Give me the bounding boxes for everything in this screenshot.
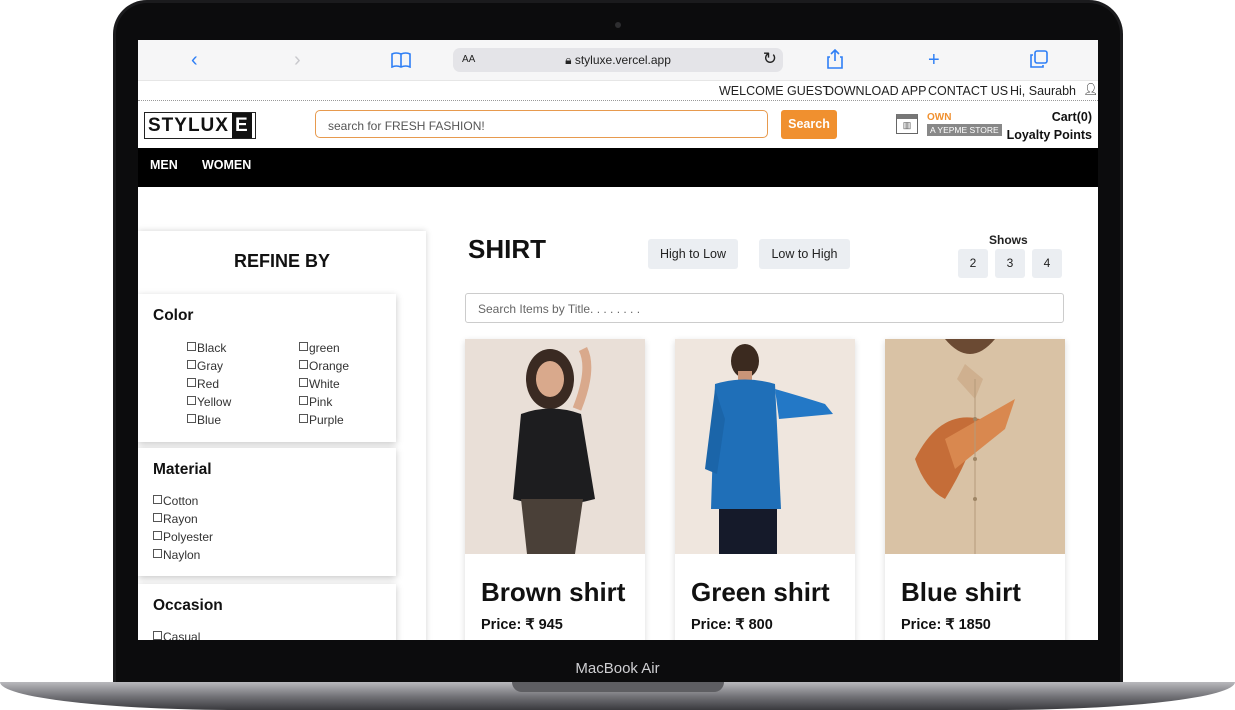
nav-women[interactable]: WOMEN bbox=[202, 158, 251, 172]
occasion-filter: Occasion Casual bbox=[138, 584, 396, 640]
product-area: SHIRT High to Low Low to High Shows 2 3 … bbox=[465, 187, 1065, 640]
color-filter-title: Color bbox=[153, 307, 194, 324]
new-tab-icon[interactable]: + bbox=[928, 48, 940, 72]
store-icon[interactable]: ▥ bbox=[896, 114, 918, 134]
product-card[interactable]: Brown shirt Price: ₹ 945 bbox=[465, 339, 645, 640]
sort-high-to-low-button[interactable]: High to Low bbox=[648, 239, 738, 269]
product-image[interactable] bbox=[675, 339, 855, 554]
product-image[interactable] bbox=[465, 339, 645, 554]
item-search-input[interactable]: Search Items by Title. . . . . . . . bbox=[465, 293, 1064, 323]
product-price: Price: ₹ 945 bbox=[481, 617, 563, 633]
material-option-cotton[interactable]: Cotton bbox=[153, 494, 198, 508]
color-option-black[interactable]: Black bbox=[187, 341, 226, 355]
color-filter: Color Black Gray Red Yellow Blue green O… bbox=[138, 294, 396, 442]
loyalty-points-link[interactable]: Loyalty Points bbox=[1007, 126, 1092, 144]
show-3-button[interactable]: 3 bbox=[995, 249, 1025, 278]
cart-area[interactable]: Cart(0) Loyalty Points bbox=[1007, 108, 1092, 144]
shows-label: Shows bbox=[989, 233, 1028, 247]
material-option-naylon[interactable]: Naylon bbox=[153, 548, 200, 562]
material-option-rayon[interactable]: Rayon bbox=[153, 512, 198, 526]
color-option-pink[interactable]: Pink bbox=[299, 395, 332, 409]
page-content: REFINE BY Color Black Gray Red Yellow Bl… bbox=[138, 187, 1098, 640]
color-option-orange[interactable]: Orange bbox=[299, 359, 349, 373]
share-icon[interactable] bbox=[827, 48, 843, 75]
camera bbox=[615, 22, 621, 28]
lock-icon: 🔒︎ bbox=[565, 53, 572, 67]
color-option-gray[interactable]: Gray bbox=[187, 359, 223, 373]
screen: ‹ › AA 🔒︎ styluxe.vercel.app ↻ + WELCOME… bbox=[138, 40, 1098, 640]
product-card[interactable]: Green shirt Price: ₹ 800 bbox=[675, 339, 855, 640]
occasion-filter-title: Occasion bbox=[153, 597, 223, 614]
back-icon[interactable]: ‹ bbox=[191, 48, 198, 72]
filter-sidebar: REFINE BY Color Black Gray Red Yellow Bl… bbox=[138, 231, 426, 640]
show-2-button[interactable]: 2 bbox=[958, 249, 988, 278]
product-name[interactable]: Brown shirt bbox=[481, 577, 625, 608]
device-label: MacBook Air bbox=[575, 660, 660, 677]
occasion-option-casual[interactable]: Casual bbox=[153, 630, 200, 640]
own-label[interactable]: OWN bbox=[927, 112, 951, 123]
tabs-icon[interactable] bbox=[1030, 50, 1048, 74]
sort-low-to-high-button[interactable]: Low to High bbox=[759, 239, 850, 269]
nav-men[interactable]: MEN bbox=[150, 158, 178, 172]
color-option-purple[interactable]: Purple bbox=[299, 413, 344, 427]
contact-us-link[interactable]: CONTACT US bbox=[928, 84, 1008, 98]
material-filter-title: Material bbox=[153, 461, 212, 478]
welcome-guest-link[interactable]: WELCOME GUEST bbox=[719, 84, 830, 98]
user-icon[interactable]: 👤︎ bbox=[1083, 82, 1098, 96]
forward-icon[interactable]: › bbox=[294, 48, 301, 72]
product-image[interactable] bbox=[885, 339, 1065, 554]
color-option-yellow[interactable]: Yellow bbox=[187, 395, 231, 409]
cart-link[interactable]: Cart(0) bbox=[1007, 108, 1092, 126]
search-button[interactable]: Search bbox=[781, 110, 837, 139]
product-name[interactable]: Green shirt bbox=[691, 577, 830, 608]
show-4-button[interactable]: 4 bbox=[1032, 249, 1062, 278]
material-option-polyester[interactable]: Polyester bbox=[153, 530, 213, 544]
laptop-notch bbox=[512, 682, 724, 692]
yepme-store-label[interactable]: A YEPME STORE bbox=[927, 124, 1002, 136]
product-price: Price: ₹ 1850 bbox=[901, 617, 991, 633]
url-text: 🔒︎ styluxe.vercel.app bbox=[565, 53, 671, 67]
product-card[interactable]: Blue shirt Price: ₹ 1850 bbox=[885, 339, 1065, 640]
category-title: SHIRT bbox=[468, 234, 546, 264]
material-filter: Material Cotton Rayon Polyester Naylon bbox=[138, 448, 396, 576]
site-header: STYLUX E search for FRESH FASHION! Search… bbox=[138, 101, 1098, 148]
search-input[interactable]: search for FRESH FASHION! bbox=[315, 110, 768, 138]
product-price: Price: ₹ 800 bbox=[691, 617, 773, 633]
color-option-white[interactable]: White bbox=[299, 377, 340, 391]
product-name[interactable]: Blue shirt bbox=[901, 577, 1021, 608]
color-option-red[interactable]: Red bbox=[187, 377, 219, 391]
site-logo[interactable]: STYLUX E bbox=[144, 112, 256, 139]
color-option-green[interactable]: green bbox=[299, 341, 340, 355]
top-utility-bar: WELCOME GUEST DOWNLOAD APP CONTACT US Hi… bbox=[138, 81, 1098, 101]
address-bar[interactable]: AA 🔒︎ styluxe.vercel.app ↻ bbox=[453, 48, 783, 72]
bookmarks-icon[interactable] bbox=[391, 50, 411, 74]
refine-title: REFINE BY bbox=[233, 251, 330, 271]
download-app-link[interactable]: DOWNLOAD APP bbox=[825, 84, 926, 98]
main-nav: MEN WOMEN bbox=[138, 148, 1098, 187]
browser-toolbar: ‹ › AA 🔒︎ styluxe.vercel.app ↻ + bbox=[138, 40, 1098, 81]
reload-icon[interactable]: ↻ bbox=[763, 49, 777, 69]
user-greeting[interactable]: Hi, Saurabh bbox=[1010, 84, 1076, 98]
color-option-blue[interactable]: Blue bbox=[187, 413, 221, 427]
